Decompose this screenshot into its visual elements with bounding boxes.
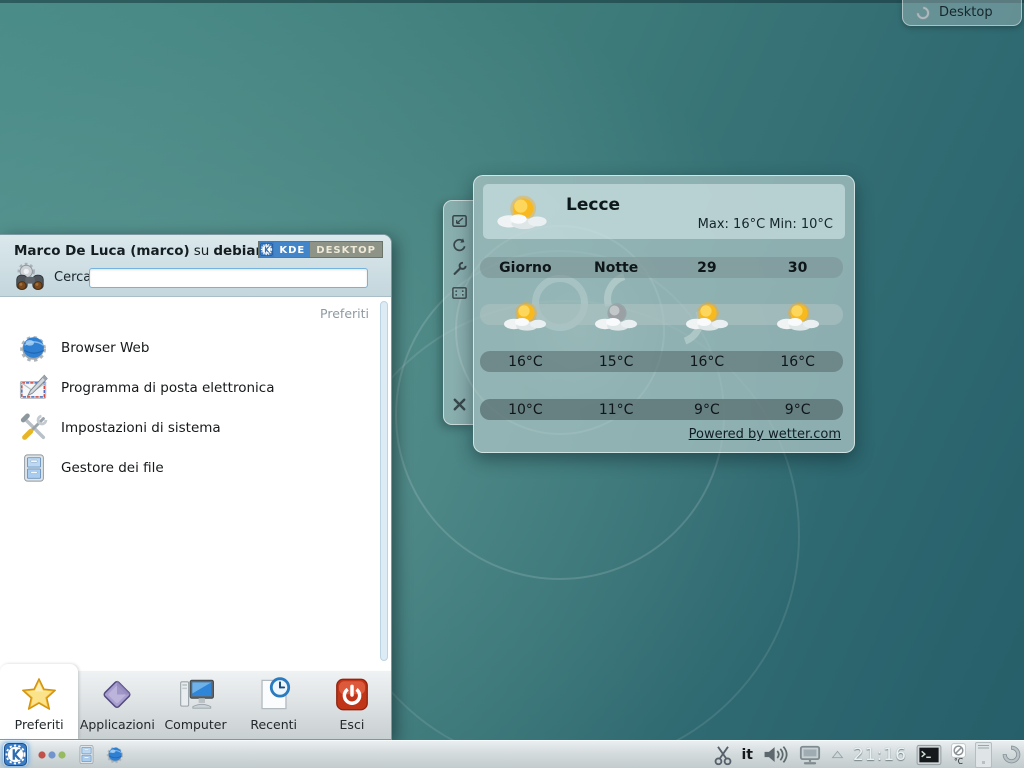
user-name: Marco De Luca (marco) (14, 243, 190, 259)
computer-icon (177, 676, 215, 713)
file-cabinet-icon (19, 453, 49, 483)
desktop-toolbox[interactable]: Desktop (902, 0, 1022, 26)
desktop-toolbox-label: Desktop (939, 5, 993, 20)
search-row: Cerca: (0, 261, 391, 297)
kickoff-user-title: Marco De Luca (marco)sudebian (14, 243, 265, 259)
weather-column-label: 30 (752, 260, 843, 276)
menu-item-label: Impostazioni di sistema (61, 420, 221, 436)
tab-label: Esci (340, 717, 365, 732)
mail-icon (19, 373, 49, 403)
favorites-section-label: Preferiti (320, 306, 369, 321)
badge-kde-label: KDE (274, 242, 310, 257)
kickoff-menu: Marco De Luca (marco)sudebian KDE DESKTO… (0, 234, 392, 740)
menu-item-file-manager[interactable]: Gestore dei file (0, 448, 377, 488)
kde-logo-icon (260, 243, 273, 256)
keyboard-layout-indicator[interactable]: it (742, 747, 754, 763)
weather-column-label: Notte (571, 260, 662, 276)
menu-item-label: Gestore dei file (61, 460, 164, 476)
tab-preferiti[interactable]: Preferiti (0, 664, 78, 739)
diamond-icon (98, 676, 136, 713)
day-temp: 15°C (571, 354, 662, 370)
tab-label: Recenti (250, 717, 297, 732)
tab-applicazioni[interactable]: Applicazioni (78, 664, 156, 739)
weather-status-icon (951, 743, 966, 758)
tray-expander-icon[interactable] (831, 750, 844, 759)
night-temp: 11°C (571, 402, 662, 418)
desktop: Desktop Lecce Max: 16°C Min: 10°C Giorno… (0, 0, 1024, 768)
night-temp: 9°C (752, 402, 843, 418)
file-manager-launcher[interactable] (76, 744, 97, 765)
panel-cashew-icon[interactable] (1001, 744, 1022, 765)
day-temp: 16°C (662, 354, 753, 370)
sun-cloud-icon (502, 300, 548, 332)
menu-item-label: Browser Web (61, 340, 149, 356)
weather-icons-row (480, 304, 843, 325)
maximize-icon[interactable] (451, 285, 468, 301)
desktop-top-shade (0, 0, 1024, 3)
volume-icon[interactable] (762, 744, 789, 765)
host-name: debian (213, 243, 265, 259)
night-temp: 9°C (662, 402, 753, 418)
menu-item-browser-web[interactable]: Browser Web (0, 328, 377, 368)
weather-column-label: 29 (662, 260, 753, 276)
weather-maxmin: Max: 16°C Min: 10°C (698, 217, 833, 232)
menu-item-label: Programma di posta elettronica (61, 380, 274, 396)
kickoff-tabbar: Preferiti Applicazioni Computer Recenti … (0, 664, 391, 739)
close-icon[interactable] (451, 396, 468, 413)
network-monitor-icon[interactable] (798, 744, 822, 766)
sun-cloud-icon (775, 300, 821, 332)
tab-recenti[interactable]: Recenti (235, 664, 313, 739)
kde-logo-icon (3, 743, 28, 766)
badge-desktop-label: DESKTOP (310, 242, 382, 257)
day-temp: 16°C (480, 354, 571, 370)
terminal-icon[interactable] (916, 744, 942, 766)
star-icon (20, 676, 58, 713)
power-icon (333, 676, 371, 713)
tab-label: Applicazioni (80, 717, 155, 732)
taskbar-panel: it 21:16 °C (0, 740, 1024, 768)
recent-doc-icon (255, 676, 293, 713)
tab-label: Computer (164, 717, 226, 732)
resize-icon[interactable] (451, 213, 468, 229)
user-separator: su (190, 243, 214, 259)
menu-item-system-settings[interactable]: Impostazioni di sistema (0, 408, 377, 448)
rotate-icon[interactable] (451, 237, 468, 253)
kde-desktop-badge: KDE DESKTOP (258, 241, 383, 258)
weather-credit-link[interactable]: Powered by wetter.com (689, 427, 841, 442)
tools-icon (19, 413, 49, 443)
globe-gear-icon (19, 333, 49, 363)
panel-strip-widget[interactable] (975, 742, 992, 768)
tab-computer[interactable]: Computer (156, 664, 234, 739)
menu-item-email[interactable]: Programma di posta elettronica (0, 368, 377, 408)
sun-cloud-icon (684, 300, 730, 332)
weather-city: Lecce (566, 195, 620, 215)
day-temp: 16°C (752, 354, 843, 370)
clipboard-scissors-icon[interactable] (713, 744, 733, 766)
scrollbar[interactable] (380, 301, 388, 661)
cashew-icon (915, 5, 931, 21)
tab-esci[interactable]: Esci (313, 664, 391, 739)
weather-columns-row: Giorno Notte 29 30 (480, 257, 843, 278)
weather-day-temps-row: 16°C 15°C 16°C 16°C (480, 351, 843, 372)
weather-unit-label: °C (954, 758, 963, 766)
kickoff-header: Marco De Luca (marco)sudebian KDE DESKTO… (0, 235, 391, 297)
weather-tray-item[interactable]: °C (951, 743, 966, 766)
weather-column-label: Giorno (480, 260, 571, 276)
tab-label: Preferiti (15, 717, 64, 732)
weather-night-temps-row: 10°C 11°C 9°C 9°C (480, 399, 843, 420)
activity-dots-icon[interactable] (37, 750, 67, 760)
kmenu-button[interactable] (3, 743, 28, 766)
weather-widget-handle[interactable] (443, 200, 474, 425)
kickoff-favorites-view: Preferiti Browser Web Programma di posta… (0, 298, 391, 664)
sun-cloud-icon (495, 193, 549, 231)
browser-launcher[interactable] (106, 745, 125, 764)
weather-widget: Lecce Max: 16°C Min: 10°C Giorno Notte 2… (473, 175, 855, 453)
weather-header: Lecce Max: 16°C Min: 10°C (483, 184, 845, 239)
search-input[interactable] (89, 268, 368, 288)
search-binoculars-icon (13, 261, 47, 295)
configure-wrench-icon[interactable] (451, 261, 468, 277)
moon-cloud-icon (593, 300, 639, 332)
night-temp: 10°C (480, 402, 571, 418)
digital-clock[interactable]: 21:16 (853, 745, 907, 765)
